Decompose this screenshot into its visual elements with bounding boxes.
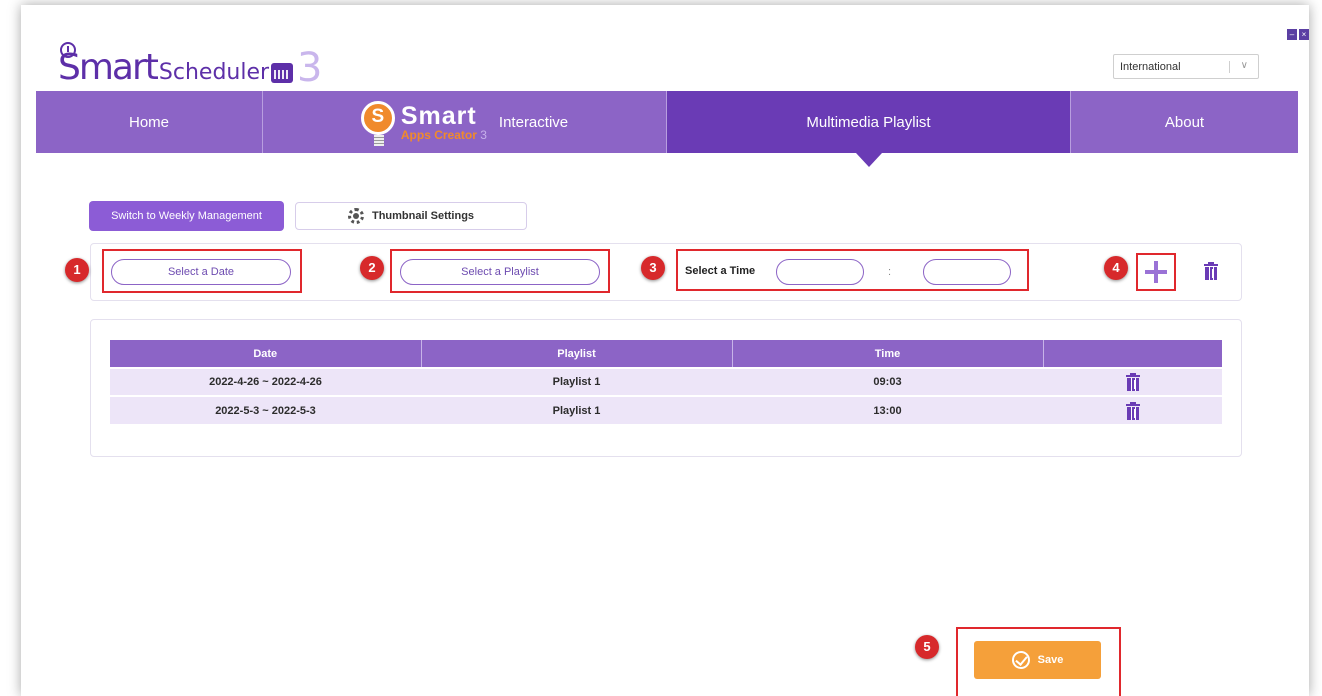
table-row[interactable]: 2022-4-26 ~ 2022-4-26 Playlist 1 09:03 (110, 367, 1222, 396)
save-button[interactable]: Save (974, 641, 1101, 679)
step-badge-1: 1 (65, 258, 89, 282)
trash-icon[interactable] (1204, 262, 1218, 280)
column-header-actions (1043, 340, 1222, 368)
column-header-time: Time (732, 340, 1044, 368)
cell-playlist: Playlist 1 (421, 395, 732, 424)
highlight-box-3 (676, 249, 1029, 291)
brand-version: 3 (480, 127, 487, 142)
cell-playlist: Playlist 1 (421, 367, 732, 396)
table-row[interactable]: 2022-5-3 ~ 2022-5-3 Playlist 1 13:00 (110, 395, 1222, 424)
step-badge-5: 5 (915, 635, 939, 659)
highlight-box-2 (390, 249, 610, 293)
nav-label: Multimedia Playlist (806, 113, 931, 131)
nav-label: Home (128, 113, 169, 131)
switch-weekly-button[interactable]: Switch to Weekly Management (89, 201, 284, 231)
chevron-down-icon: ∨ (1240, 60, 1248, 71)
bulb-icon (360, 101, 395, 146)
save-label: Save (1037, 654, 1064, 666)
step-badge-3: 3 (641, 256, 665, 280)
app-window: Smart Scheduler 3 – × International ∨ Ho… (21, 5, 1309, 696)
app-logo: Smart Scheduler 3 (58, 40, 323, 91)
column-header-playlist: Playlist (421, 340, 733, 368)
nav-item-about[interactable]: About (1071, 91, 1298, 153)
clock-icon (60, 42, 76, 58)
brand-small-label: Apps Creator (400, 127, 477, 142)
logo-version: 3 (297, 45, 323, 91)
logo-scheduler-text: Scheduler (158, 60, 270, 85)
trash-can (1126, 378, 1139, 391)
window-controls: – × (1287, 29, 1309, 40)
language-select[interactable]: International ∨ (1113, 54, 1259, 79)
nav-item-multimedia-playlist[interactable]: Multimedia Playlist (667, 91, 1071, 153)
gear-icon (347, 208, 364, 224)
minimize-icon[interactable]: – (1287, 29, 1297, 40)
cell-date: 2022-4-26 ~ 2022-4-26 (110, 367, 421, 396)
main-nav: Home Smart Apps Creator 3 Interactive Mu… (36, 91, 1298, 153)
trash-can (1205, 267, 1217, 280)
calendar-icon (271, 63, 294, 83)
trash-icon (1125, 401, 1140, 420)
cell-actions (1043, 395, 1222, 424)
close-icon[interactable]: × (1299, 29, 1309, 40)
smart-apps-creator-logo: Smart Apps Creator 3 (360, 101, 487, 146)
trash-icon (1125, 373, 1140, 391)
cell-time: 13:00 (732, 395, 1043, 424)
step-badge-4: 4 (1104, 256, 1128, 280)
cell-date: 2022-5-3 ~ 2022-5-3 (110, 395, 421, 424)
nav-label: Interactive (498, 113, 569, 131)
language-value: International (1120, 60, 1181, 73)
trash-lid (1125, 403, 1140, 406)
logo-smart-text: Smart (58, 42, 159, 86)
highlight-box-4 (1136, 253, 1176, 291)
nav-item-home[interactable]: Home (36, 91, 263, 153)
step-badge-2: 2 (360, 256, 384, 280)
brand-small: Apps Creator 3 (401, 129, 487, 141)
brand-big: Smart (400, 101, 477, 130)
trash-can (1126, 406, 1139, 420)
trash-lid (1125, 375, 1140, 377)
row-delete-button[interactable] (1125, 373, 1140, 391)
cell-actions (1043, 367, 1222, 396)
check-circle-icon (1011, 651, 1030, 669)
nav-label: About (1164, 113, 1205, 131)
column-header-date: Date (110, 340, 422, 368)
nav-item-interactive[interactable]: Smart Apps Creator 3 Interactive (263, 91, 667, 153)
highlight-box-1 (102, 249, 302, 293)
brand-text: Smart Apps Creator 3 (400, 101, 487, 141)
row-delete-button[interactable] (1125, 401, 1140, 420)
select-divider (1229, 61, 1230, 73)
schedule-table: Date Playlist Time 2022-4-26 ~ 2022-4-26… (110, 340, 1222, 424)
thumbnail-settings-label: Thumbnail Settings (371, 210, 475, 222)
thumbnail-settings-button[interactable]: Thumbnail Settings (295, 202, 527, 230)
trash-lid (1204, 264, 1218, 266)
table-header-row: Date Playlist Time (110, 340, 1222, 368)
cell-time: 09:03 (732, 367, 1043, 396)
